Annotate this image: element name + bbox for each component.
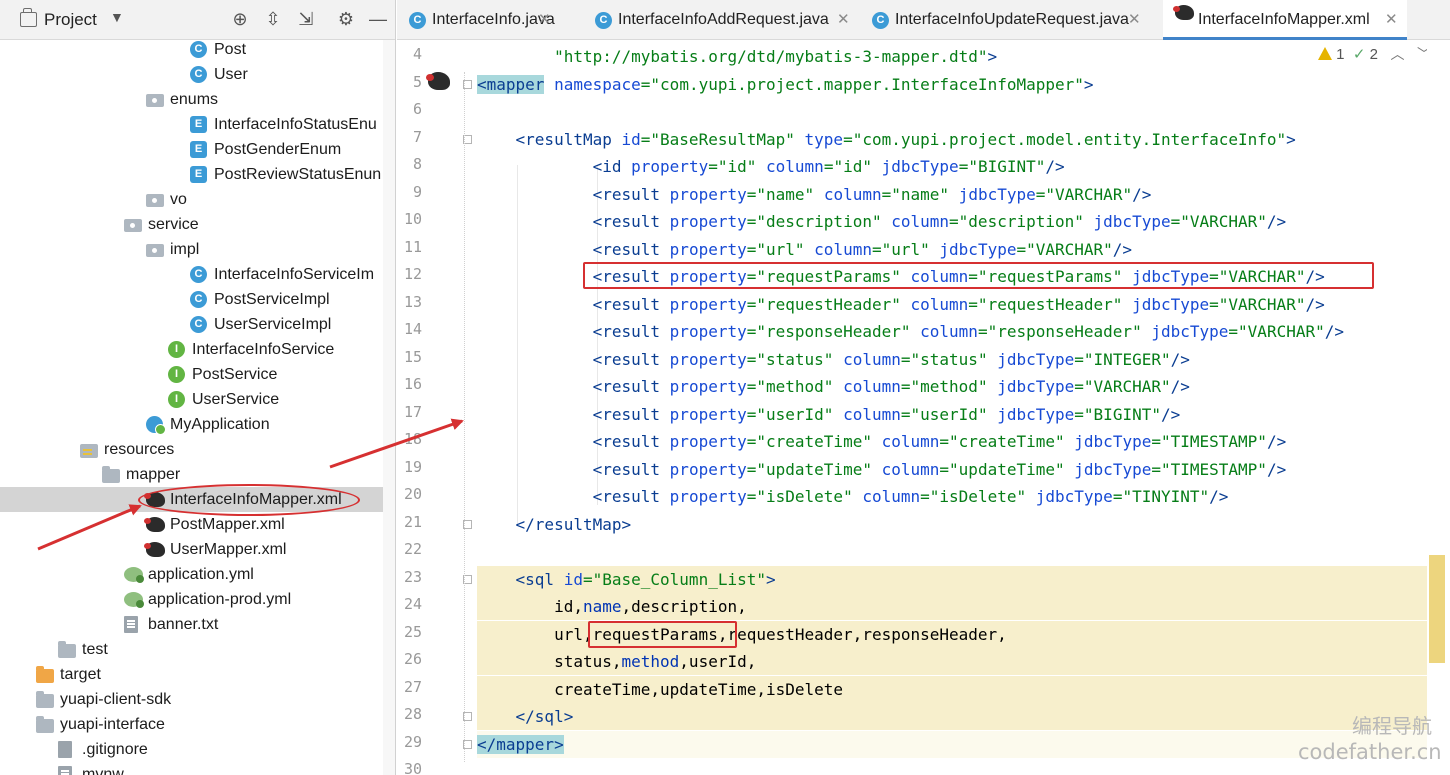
watermark-chinese: 编程导航 (1352, 714, 1432, 738)
watermark-english: codefather.cn (1298, 740, 1442, 764)
annotation-arrow-to-file (37, 504, 142, 551)
annotation-arrows (37, 418, 464, 551)
annotation-arrow-to-editor (329, 418, 464, 469)
